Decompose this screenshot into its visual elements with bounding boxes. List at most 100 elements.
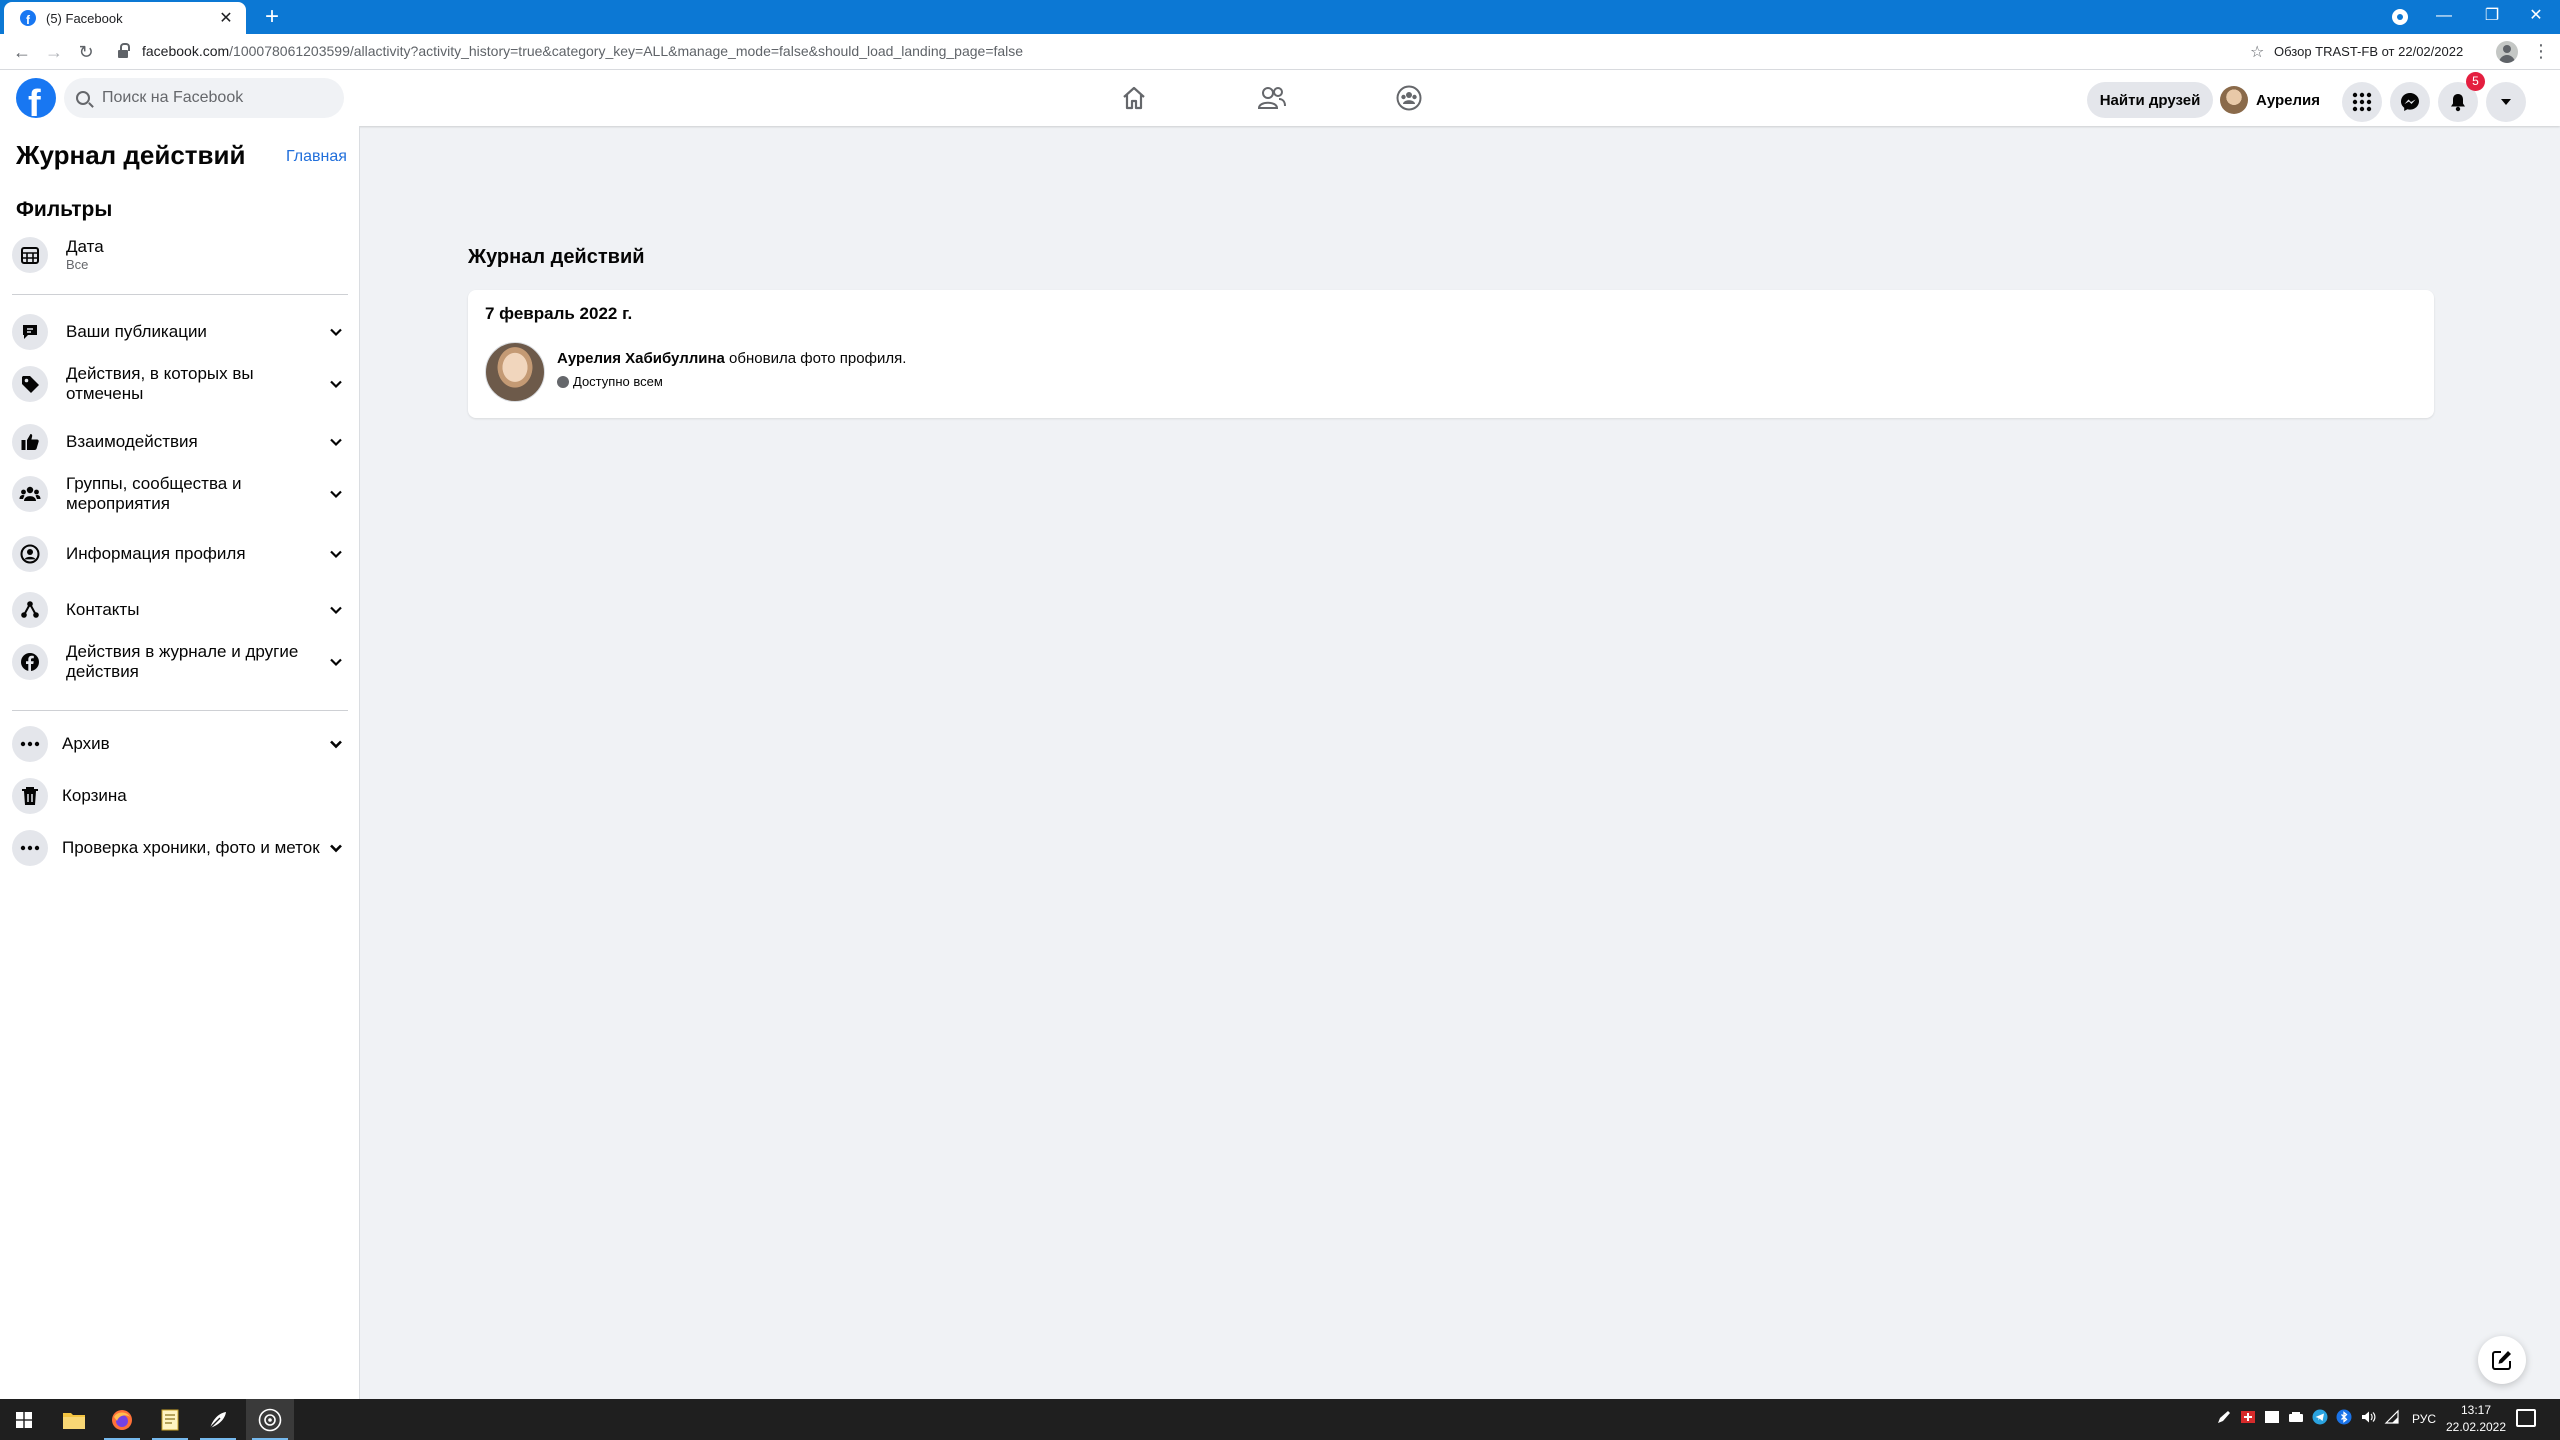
account-icon[interactable] <box>2496 41 2518 63</box>
sidebar-item-connections[interactable]: Контакты <box>12 590 348 630</box>
back-arrow-icon[interactable]: ← <box>8 38 36 66</box>
chevron-down-icon[interactable] <box>324 372 348 396</box>
sidebar-item-label: Архив <box>62 734 110 753</box>
account-menu-button[interactable] <box>2486 82 2526 122</box>
clock[interactable]: 13:17 22.02.2022 <box>2440 1402 2512 1436</box>
language-indicator[interactable]: РУС <box>2412 1412 2436 1426</box>
notifications-badge: 5 <box>2466 72 2485 91</box>
tray-usb-icon[interactable] <box>2288 1409 2304 1425</box>
home-icon <box>1123 86 1145 110</box>
nav-friends[interactable] <box>1216 70 1328 126</box>
firefox-icon <box>112 1409 132 1430</box>
restore-button[interactable]: ❐ <box>2468 0 2516 34</box>
chevron-down-icon[interactable] <box>324 430 348 454</box>
home-link[interactable]: Главная <box>286 148 347 166</box>
action-center-icon[interactable] <box>2516 1409 2536 1427</box>
activity-privacy[interactable]: Доступно всем <box>557 374 663 389</box>
bookmark-star-icon[interactable]: ☆ <box>2250 42 2264 62</box>
activity-card: 7 февраль 2022 г. Аурелия Хабибуллина об… <box>468 290 2434 418</box>
divider <box>12 294 348 295</box>
chevron-down-icon[interactable] <box>324 836 348 860</box>
sidebar-item-interactions[interactable]: Взаимодействия <box>12 422 348 462</box>
browser-addressbar: ← → ↻ facebook.com/100078061203599/allac… <box>0 34 2560 70</box>
menu-button[interactable] <box>2342 82 2382 122</box>
new-tab-button[interactable]: + <box>258 4 286 32</box>
tab-close-icon[interactable]: ✕ <box>216 8 236 28</box>
search-input[interactable]: Поиск на Facebook <box>64 78 344 118</box>
chevron-down-icon[interactable] <box>324 320 348 344</box>
chevron-down-icon[interactable] <box>324 732 348 756</box>
chevron-down-icon[interactable] <box>324 650 348 674</box>
browser-menu-icon[interactable]: ⋮ <box>2532 42 2550 60</box>
tray-volume-icon[interactable] <box>2360 1409 2376 1425</box>
date-filter-label: Дата <box>66 237 104 256</box>
grid-menu-icon <box>2352 92 2372 112</box>
avatar[interactable] <box>485 342 545 402</box>
taskbar-app-4[interactable] <box>194 1399 242 1440</box>
sidebar-item-archive[interactable]: Архив <box>12 724 348 764</box>
taskbar-browser[interactable] <box>246 1399 294 1440</box>
taskbar-notepad[interactable] <box>146 1399 194 1440</box>
chevron-down-icon[interactable] <box>324 542 348 566</box>
browser-app-icon <box>258 1408 282 1431</box>
forward-arrow-icon[interactable]: → <box>40 38 68 66</box>
activity-description[interactable]: Аурелия Хабибуллина обновила фото профил… <box>557 350 906 367</box>
browser-tab-facebook[interactable]: f (5) Facebook ✕ <box>4 2 246 34</box>
sidebar-item-profile-info[interactable]: Информация профиля <box>12 534 348 574</box>
reload-icon[interactable]: ↻ <box>72 38 100 66</box>
tab-title: (5) Facebook <box>46 10 123 26</box>
sidebar-item-label: Контакты <box>66 600 140 619</box>
nav-home[interactable] <box>1078 70 1190 126</box>
browser-profile-icon[interactable] <box>2392 9 2408 25</box>
activity-actor[interactable]: Аурелия Хабибуллина <box>557 350 725 367</box>
sidebar-item-groups-events[interactable]: Группы, сообщества и мероприятия <box>12 472 348 516</box>
chevron-down-icon[interactable] <box>324 598 348 622</box>
tray-bluetooth-icon[interactable] <box>2336 1409 2352 1425</box>
sidebar-item-trash[interactable]: Корзина <box>12 776 348 816</box>
search-placeholder: Поиск на Facebook <box>102 89 244 106</box>
notepad-icon <box>161 1409 179 1430</box>
facebook-logo-icon[interactable]: f <box>16 78 56 118</box>
new-message-button[interactable] <box>2478 1336 2526 1384</box>
tray-telegram-icon[interactable] <box>2312 1409 2328 1425</box>
sidebar-item-label: Информация профиля <box>66 544 246 563</box>
tray-wifi-icon[interactable] <box>2384 1409 2400 1425</box>
profile-chip[interactable]: Аурелия <box>2220 82 2320 118</box>
taskbar-firefox[interactable] <box>98 1399 146 1440</box>
feather-app-icon <box>209 1411 226 1428</box>
bookmark-label[interactable]: Обзор TRAST-FB от 22/02/2022 <box>2274 44 2463 59</box>
chevron-down-icon[interactable] <box>324 482 348 506</box>
facebook-icon <box>12 644 48 680</box>
trash-icon <box>12 778 48 814</box>
close-window-button[interactable]: ✕ <box>2512 0 2560 34</box>
sidebar-item-your-posts[interactable]: Ваши публикации <box>12 312 348 352</box>
sidebar-item-tagged-activity[interactable]: Действия, в которых вы отмечены <box>12 362 348 406</box>
start-button[interactable] <box>0 1399 48 1440</box>
sidebar-title: Журнал действий <box>16 140 246 170</box>
windows-taskbar: РУС 13:17 22.02.2022 <box>0 1399 2560 1440</box>
messenger-button[interactable] <box>2390 82 2430 122</box>
nav-groups[interactable] <box>1353 70 1465 126</box>
sidebar-item-timeline-review[interactable]: Проверка хроники, фото и меток <box>12 826 348 870</box>
sidebar-item-label: Действия, в которых вы отмечены <box>66 364 254 403</box>
bell-icon <box>2451 94 2465 112</box>
tray-security-icon[interactable] <box>2240 1409 2256 1425</box>
tag-icon <box>12 366 48 402</box>
tray-pen-icon[interactable] <box>2216 1409 2232 1425</box>
find-friends-button[interactable]: Найти друзей <box>2087 82 2213 118</box>
url-field[interactable]: facebook.com/100078061203599/allactivity… <box>142 43 1023 59</box>
taskbar-explorer[interactable] <box>50 1399 98 1440</box>
sidebar-item-label: Действия в журнале и другие действия <box>66 642 299 681</box>
windows-logo-icon <box>16 1411 32 1428</box>
tray-window-icon[interactable] <box>2264 1409 2280 1425</box>
date-filter[interactable]: Дата Все <box>12 232 348 278</box>
lock-icon[interactable] <box>118 43 130 59</box>
page-title: Журнал действий <box>468 246 645 268</box>
comment-icon <box>12 314 48 350</box>
minimize-button[interactable]: — <box>2420 0 2468 34</box>
caret-down-icon <box>2501 99 2511 105</box>
globe-icon <box>557 375 569 388</box>
facebook-favicon-icon: f <box>20 10 36 26</box>
avatar <box>2220 86 2248 114</box>
sidebar-item-logged-actions[interactable]: Действия в журнале и другие действия <box>12 640 348 684</box>
